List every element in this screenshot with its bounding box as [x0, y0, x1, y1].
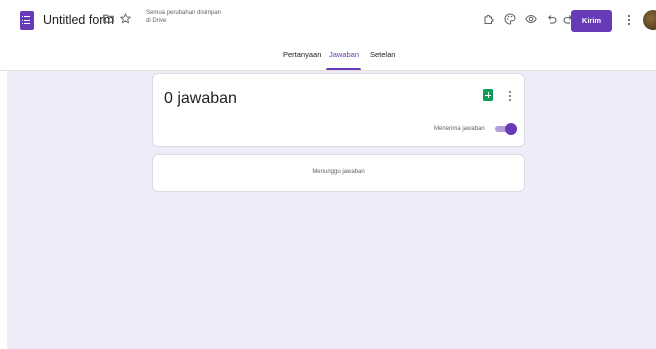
active-tab-indicator: [326, 68, 361, 70]
save-status: Semua perubahan disimpan di Drive: [146, 10, 221, 25]
more-vert-icon[interactable]: [627, 14, 631, 26]
responses-summary-card: 0 jawaban Menerima jawaban: [152, 73, 525, 147]
send-button[interactable]: Kirim: [571, 10, 612, 32]
toggle-knob: [505, 123, 517, 135]
app-header: Untitled form Semua perubahan disimpan d…: [0, 0, 656, 71]
save-status-line2: di Drive: [146, 17, 167, 24]
accepting-responses-toggle[interactable]: [493, 123, 517, 135]
save-status-line1: Semua perubahan disimpan: [146, 10, 222, 16]
eye-icon[interactable]: [525, 13, 537, 25]
puzzle-icon[interactable]: [483, 13, 495, 25]
tab-bar: Pertanyaan Jawaban Setelan: [0, 48, 656, 70]
response-count: 0 jawaban: [164, 90, 237, 107]
responses-content: 0 jawaban Menerima jawaban Menunggu jawa…: [7, 71, 656, 349]
avatar[interactable]: [643, 10, 656, 30]
tab-settings[interactable]: Setelan: [370, 50, 395, 59]
waiting-responses-card: Menunggu jawaban: [152, 154, 525, 192]
folder-icon[interactable]: [103, 14, 114, 23]
palette-icon[interactable]: [504, 13, 516, 25]
star-icon[interactable]: [120, 13, 131, 24]
tab-responses[interactable]: Jawaban: [329, 50, 359, 59]
sheets-icon[interactable]: [483, 89, 493, 101]
accepting-responses-label: Menerima jawaban: [434, 126, 485, 132]
more-vert-icon[interactable]: [508, 90, 512, 102]
tab-questions[interactable]: Pertanyaan: [283, 50, 321, 59]
undo-icon[interactable]: [546, 13, 558, 25]
forms-logo-icon[interactable]: [20, 11, 34, 30]
waiting-responses-text: Menunggu jawaban: [312, 169, 365, 175]
